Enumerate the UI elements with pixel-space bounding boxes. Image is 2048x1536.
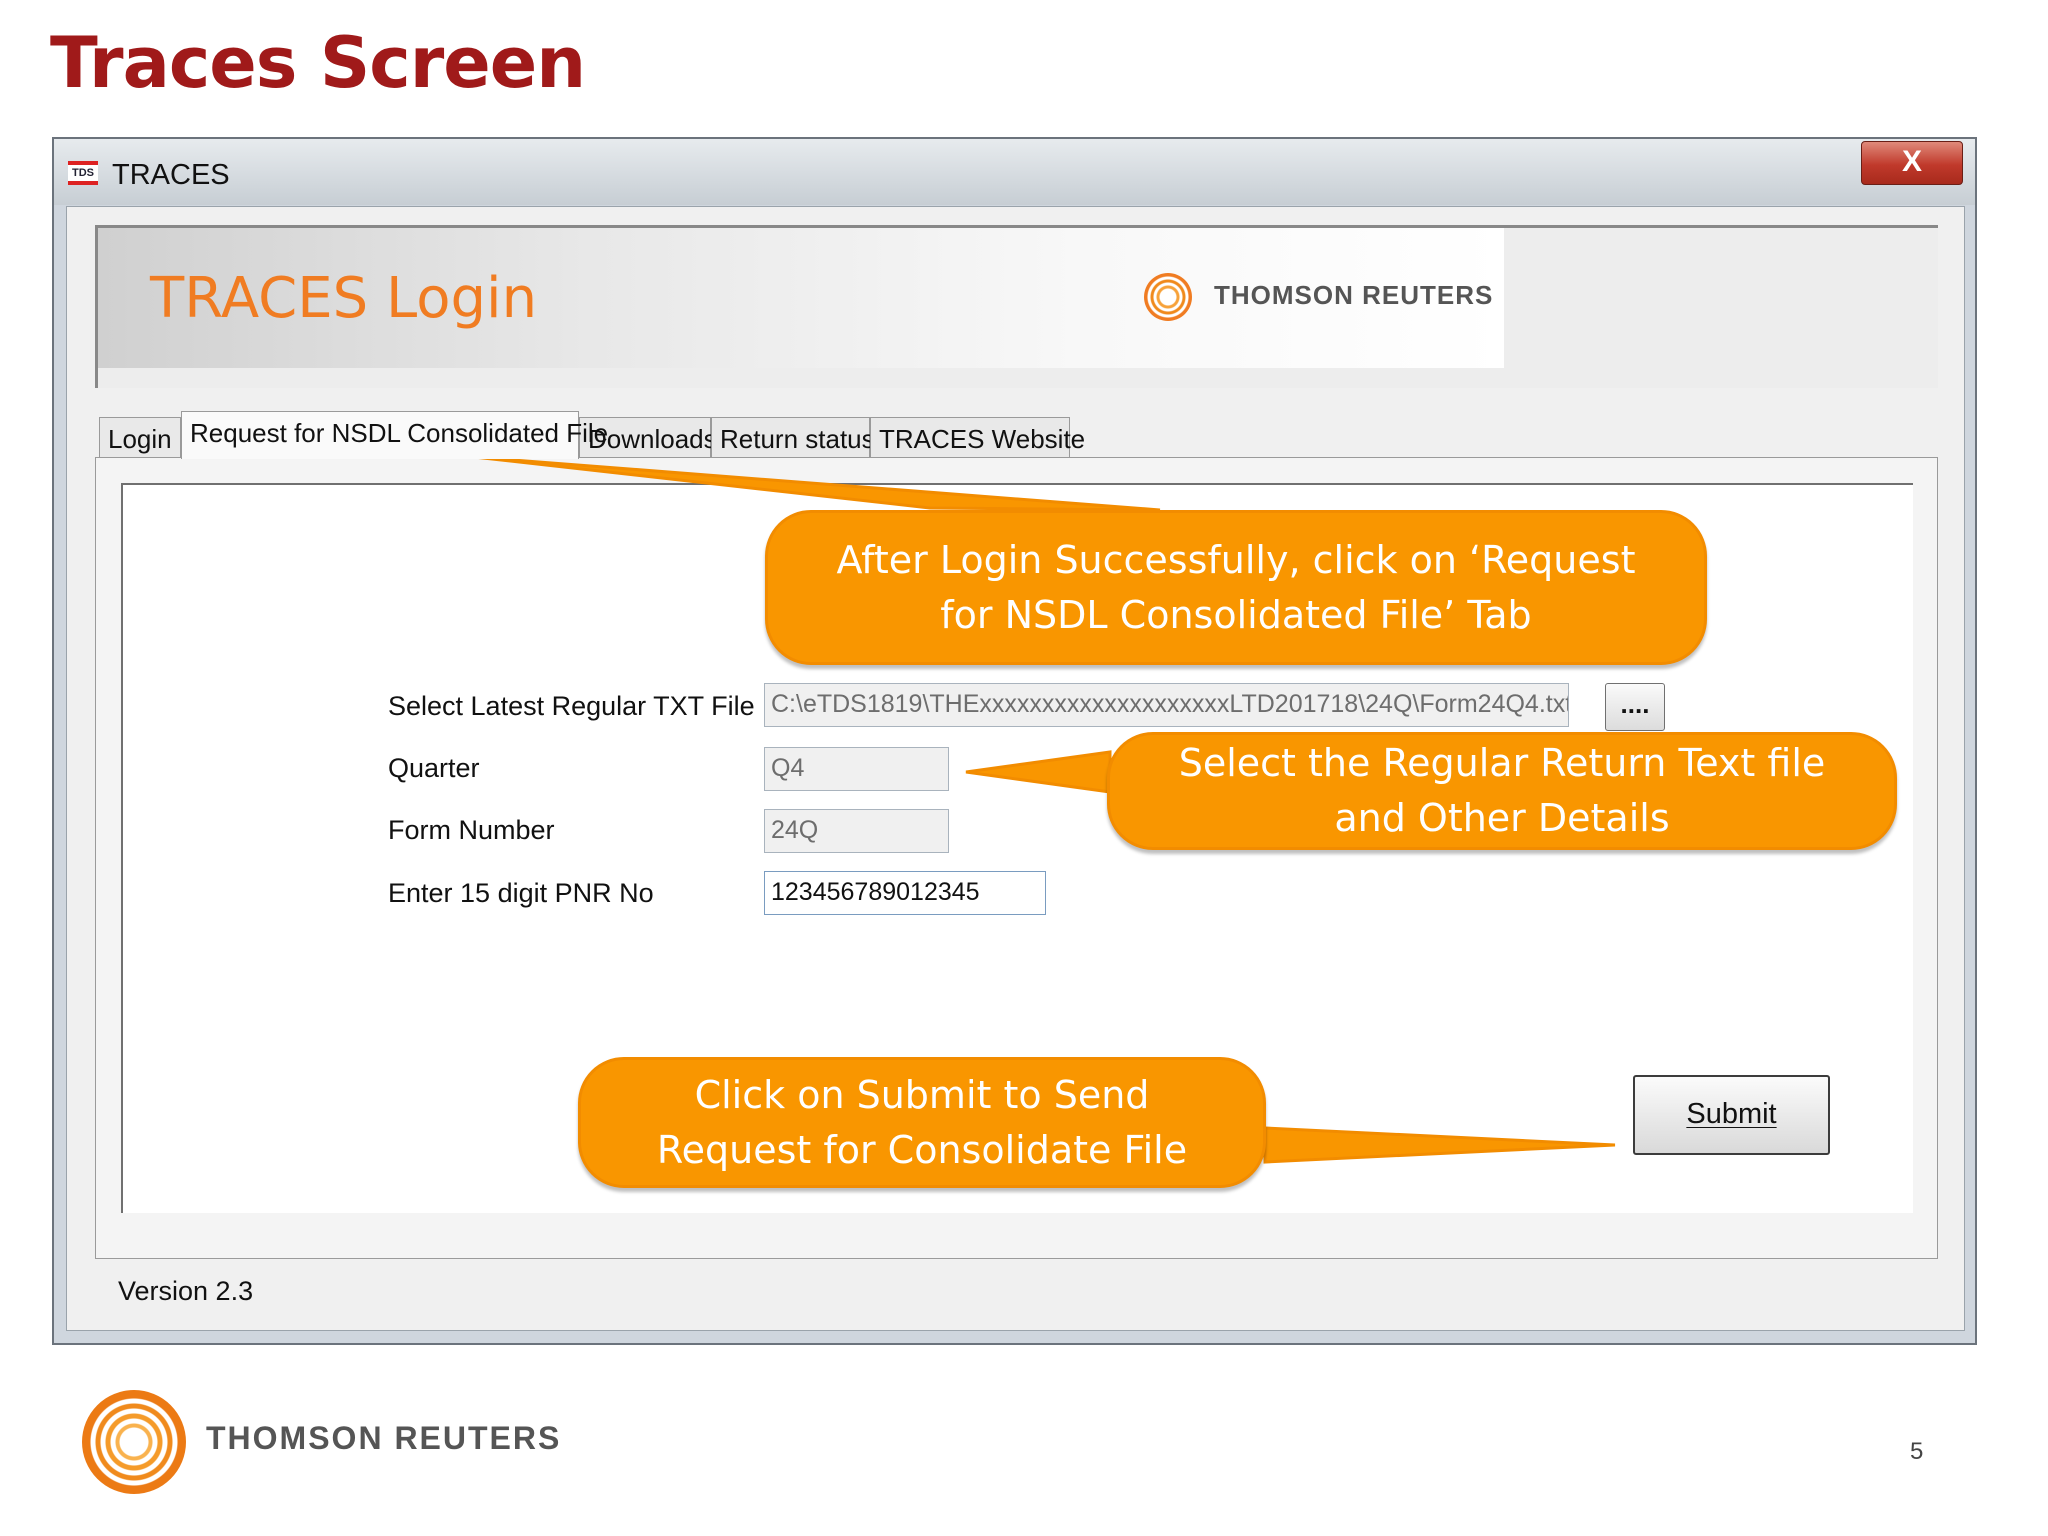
thomson-reuters-footer-logo-icon: [82, 1390, 186, 1494]
tab-hint-line2: for NSDL Consolidated File’ Tab: [940, 592, 1532, 637]
tds-app-icon: TDS: [68, 161, 98, 185]
submit-button-label: Submit: [1686, 1098, 1777, 1130]
tab-return-status[interactable]: Return status: [711, 417, 875, 457]
file-hint-line1: Select the Regular Return Text file: [1178, 741, 1826, 785]
slide-title: Traces Screen: [50, 22, 586, 104]
page-number: 5: [1910, 1438, 1924, 1465]
quarter-label: Quarter: [388, 753, 480, 783]
login-banner: TRACES Login THOMSON REUTERS: [95, 225, 1938, 388]
window-title: TRACES: [112, 159, 230, 191]
banner-title: TRACES Login: [150, 266, 538, 331]
submit-hint-line2: Request for Consolidate File: [656, 1127, 1188, 1172]
quarter-field: Q4: [764, 747, 949, 791]
form-number-label: Form Number: [388, 815, 555, 845]
footer-logo-text: THOMSON REUTERS: [206, 1420, 562, 1456]
form-number-field: 24Q: [764, 809, 949, 853]
pnr-input[interactable]: 123456789012345: [764, 871, 1046, 915]
txt-file-label: Select Latest Regular TXT File: [388, 691, 755, 721]
file-hint-line2: and Other Details: [1334, 796, 1670, 840]
tab-request-nsdl-consolidated-file[interactable]: Request for NSDL Consolidated File: [181, 411, 608, 459]
close-button[interactable]: X: [1861, 141, 1963, 185]
tab-hint-line1: After Login Successfully, click on ‘Requ…: [836, 537, 1636, 582]
tab-login[interactable]: Login: [99, 417, 181, 457]
submit-hint-callout: Click on Submit to Send Request for Cons…: [578, 1057, 1266, 1188]
submit-button[interactable]: Submit: [1633, 1075, 1830, 1155]
file-hint-callout: Select the Regular Return Text file and …: [1107, 732, 1897, 850]
browse-button[interactable]: ....: [1605, 683, 1665, 731]
version-label: Version 2.3: [118, 1276, 254, 1306]
tab-hint-callout: After Login Successfully, click on ‘Requ…: [765, 510, 1707, 665]
banner-gradient: TRACES Login THOMSON REUTERS: [98, 228, 1504, 368]
tab-traces-website[interactable]: TRACES Website: [870, 417, 1085, 457]
pnr-label: Enter 15 digit PNR No: [388, 878, 654, 908]
banner-logo-text: THOMSON REUTERS: [1214, 280, 1494, 310]
thomson-reuters-logo-icon: [1144, 273, 1192, 321]
txt-file-path-field[interactable]: C:\eTDS1819\THExxxxxxxxxxxxxxxxxxxxLTD20…: [764, 683, 1569, 727]
window-titlebar[interactable]: TDS TRACES X: [54, 139, 1975, 205]
submit-hint-line1: Click on Submit to Send: [694, 1072, 1150, 1117]
